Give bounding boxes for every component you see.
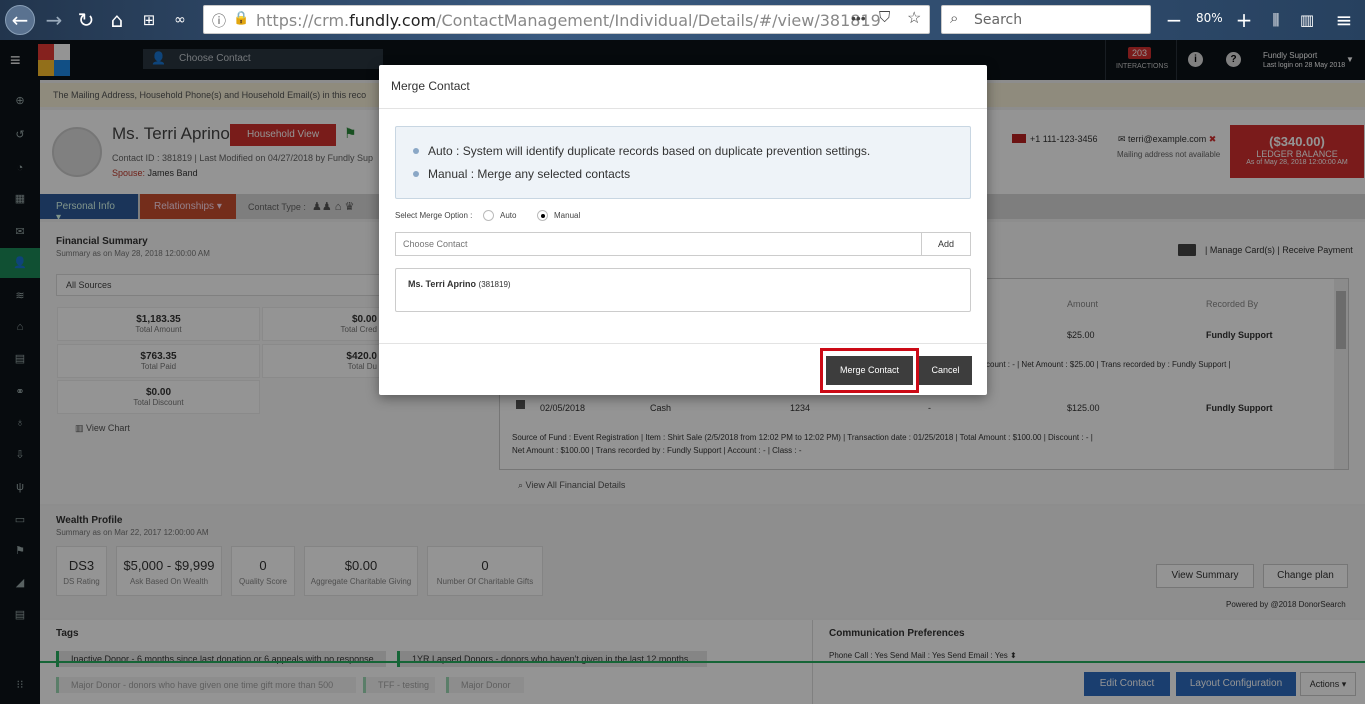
zoom-in-icon[interactable]: +: [1230, 6, 1258, 34]
list-item[interactable]: Ms. Terri Aprino (381819): [408, 279, 511, 289]
selected-contacts-list: Ms. Terri Aprino (381819): [395, 268, 971, 312]
more-icon[interactable]: •••: [851, 10, 866, 26]
modal-title: Merge Contact: [391, 79, 470, 93]
info-manual: Manual : Merge any selected contacts: [428, 167, 631, 181]
pocket-icon[interactable]: ⛉: [879, 9, 890, 26]
info-icon: ⓘ: [212, 13, 226, 29]
radio-auto-label[interactable]: Auto: [500, 211, 516, 220]
search-placeholder: Search: [974, 12, 1023, 28]
lock-icon: 🔒: [233, 10, 250, 25]
radio-manual-label[interactable]: Manual: [554, 211, 580, 220]
bullet-icon: [413, 148, 419, 154]
zoom-out-icon[interactable]: −: [1160, 6, 1188, 34]
url-bar[interactable]: ⓘ 🔒 https://crm.fundly.com/ContactManage…: [203, 5, 930, 34]
back-icon[interactable]: ←: [5, 5, 35, 35]
new-tab-icon[interactable]: ⊞: [135, 6, 163, 34]
sidebar-toggle-icon[interactable]: ▥: [1293, 6, 1321, 34]
home-icon[interactable]: ⌂: [103, 6, 131, 34]
selected-id: (381819): [478, 280, 511, 289]
divider: [379, 108, 987, 109]
library-icon[interactable]: ⫼: [1262, 6, 1290, 34]
merge-option-label: Select Merge Option :: [395, 211, 473, 220]
choose-contact-field[interactable]: [395, 232, 922, 256]
bullet-icon: [413, 171, 419, 177]
merge-contact-modal: Merge Contact Auto : System will identif…: [379, 65, 987, 395]
radio-auto[interactable]: [483, 210, 494, 221]
url-text: https://crm.fundly.com/ContactManagement…: [256, 11, 881, 30]
menu-icon[interactable]: ≡: [1330, 6, 1358, 34]
reload-icon[interactable]: ↻: [72, 6, 100, 34]
radio-manual[interactable]: [537, 210, 548, 221]
info-auto: Auto : System will identify duplicate re…: [428, 144, 871, 158]
selected-name: Ms. Terri Aprino: [408, 279, 477, 289]
add-button[interactable]: Add: [921, 232, 971, 256]
merge-contact-button[interactable]: Merge Contact: [826, 356, 913, 385]
info-box: Auto : System will identify duplicate re…: [395, 126, 971, 199]
zoom-level: 80%: [1196, 11, 1223, 25]
bookmark-star-icon[interactable]: ☆: [907, 8, 921, 28]
search-icon: ⌕: [950, 10, 959, 27]
divider: [379, 343, 987, 344]
choose-contact-input[interactable]: [396, 233, 921, 255]
cancel-button[interactable]: Cancel: [919, 356, 972, 385]
search-input[interactable]: ⌕ Search: [941, 5, 1151, 34]
mask-icon[interactable]: ∞: [166, 6, 194, 34]
forward-icon[interactable]: →: [40, 6, 68, 34]
